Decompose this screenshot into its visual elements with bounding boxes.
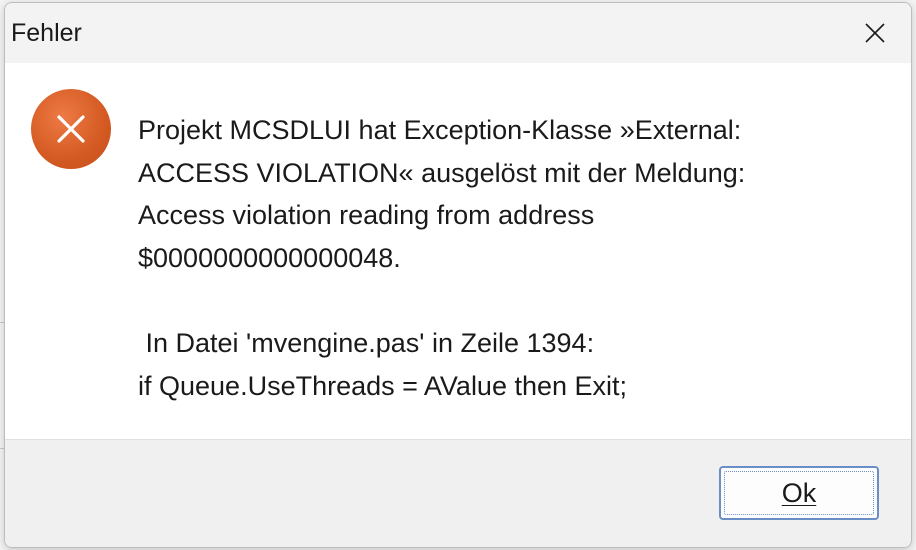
dialog-title: Fehler [11,19,82,47]
dialog-footer: Ok [5,439,911,547]
error-message: Projekt MCSDLUI hat Exception-Klasse »Ex… [138,109,878,408]
message-line: In Datei 'mvengine.pas' in Zeile 1394: [138,328,595,359]
error-x-icon [31,89,111,169]
close-button[interactable] [839,3,911,63]
dialog-titlebar: Fehler [5,3,911,63]
dialog-content: Projekt MCSDLUI hat Exception-Klasse »Ex… [5,63,911,439]
ok-button[interactable]: Ok [719,466,879,520]
close-icon [865,23,885,43]
message-line [138,280,878,323]
message-line: Access violation reading from address [138,200,595,231]
message-line: ACCESS VIOLATION« ausgelöst mit der Meld… [138,157,746,188]
error-dialog: Fehler Projekt MCSDLUI hat Exception-Kla… [4,2,912,548]
focus-ring [724,471,874,515]
message-line: Projekt MCSDLUI hat Exception-Klasse »Ex… [138,115,742,145]
message-line: $0000000000000048. [138,243,401,274]
message-line: if Queue.UseThreads = AValue then Exit; [138,371,628,402]
